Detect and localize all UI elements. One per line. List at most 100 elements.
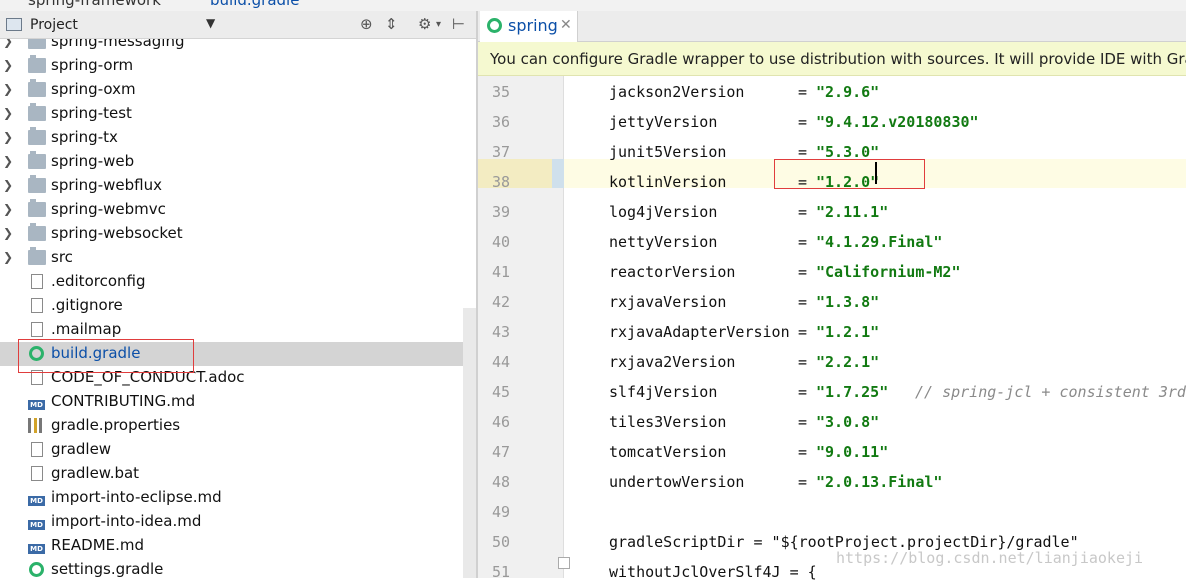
chevron-down-icon[interactable]: ▼ <box>206 16 215 30</box>
tree-item-label: src <box>51 248 73 266</box>
tree-item[interactable]: gradle.properties <box>0 414 476 438</box>
project-tree-scrollbar[interactable] <box>463 308 476 578</box>
tree-item[interactable]: .editorconfig <box>0 270 476 294</box>
fold-marker-icon[interactable] <box>558 557 570 569</box>
gradle-icon <box>29 562 44 577</box>
folder-icon <box>28 39 46 49</box>
tree-item[interactable]: ❯ src <box>0 246 476 270</box>
expand-arrow-icon[interactable]: ❯ <box>3 202 13 216</box>
code-variable-name: slf4jVersion <box>609 383 718 401</box>
code-operator: = <box>798 293 817 311</box>
tree-item[interactable]: ❯ spring-websocket <box>0 222 476 246</box>
tree-item-label: spring-webflux <box>51 176 162 194</box>
folder-icon <box>28 127 46 145</box>
md-icon: MD <box>28 400 45 410</box>
code-string-value: "9.0.11" <box>816 443 889 461</box>
tree-item-label: spring-test <box>51 104 132 122</box>
watermark: https://blog.csdn.net/lianjiaokeji <box>836 549 1144 567</box>
tree-item[interactable]: .gitignore <box>0 294 476 318</box>
project-panel-header: Project ▼ ⊕ ⇕ ⚙ ▾ ⊢ <box>0 11 476 39</box>
hide-panel-icon[interactable]: ⊢ <box>452 15 465 33</box>
current-line-marker <box>552 159 564 188</box>
tree-item-label: spring-messaging <box>51 39 185 50</box>
code-string-value: "1.2.1" <box>816 323 880 341</box>
tree-item[interactable]: MD import-into-idea.md <box>0 510 476 534</box>
tree-item[interactable]: ❯ spring-test <box>0 102 476 126</box>
line-number: 37 <box>491 143 510 161</box>
line-number: 39 <box>491 203 510 221</box>
file-icon <box>31 442 43 457</box>
tree-item[interactable]: ❯ spring-oxm <box>0 78 476 102</box>
tree-item[interactable]: ❯ spring-tx <box>0 126 476 150</box>
project-panel-title[interactable]: Project <box>30 17 78 33</box>
code-operator: = <box>798 83 817 101</box>
code-variable-name: rxjavaAdapterVersion <box>609 323 790 341</box>
expand-arrow-icon[interactable]: ❯ <box>3 154 13 168</box>
expand-arrow-icon[interactable]: ❯ <box>3 130 13 144</box>
code-operator: = <box>798 413 817 431</box>
close-icon[interactable]: ✕ <box>560 17 572 33</box>
code-variable-name: jackson2Version <box>609 83 745 101</box>
code-string-value: "9.4.12.v20180830" <box>816 113 979 131</box>
line-number: 41 <box>491 263 510 281</box>
code-string-value: "2.11.1" <box>816 203 889 221</box>
line-number: 49 <box>491 503 510 521</box>
code-string-value: "4.1.29.Final" <box>816 233 943 251</box>
tree-item[interactable]: MD README.md <box>0 534 476 558</box>
tree-item[interactable]: ❯ spring-webmvc <box>0 198 476 222</box>
breadcrumb-file[interactable]: build.gradle <box>210 0 299 9</box>
props-icon <box>28 418 42 433</box>
expand-arrow-icon[interactable]: ❯ <box>3 250 13 264</box>
code-operator: = <box>798 263 817 281</box>
file-icon <box>31 274 43 289</box>
project-tree: ❯ spring-messaging ❯ spring-orm ❯ spring-oxm ❯… <box>0 39 476 578</box>
code-string-value: "Californium-M2" <box>816 263 961 281</box>
code-string-value: "2.9.6" <box>816 83 880 101</box>
tab-spring[interactable]: spring ✕ <box>480 11 578 42</box>
folder-icon <box>28 79 46 97</box>
code-operator: = <box>798 473 817 491</box>
expand-arrow-icon[interactable]: ❯ <box>3 178 13 192</box>
expand-arrow-icon[interactable]: ❯ <box>3 39 13 48</box>
expand-arrow-icon[interactable]: ❯ <box>3 58 13 72</box>
code-variable-name: tiles3Version <box>609 413 727 431</box>
tree-item[interactable]: gradlew <box>0 438 476 462</box>
code-operator: = <box>798 203 817 221</box>
code-variable-name: jettyVersion <box>609 113 718 131</box>
gradle-wrapper-notification: You can configure Gradle wrapper to use … <box>478 42 1186 76</box>
line-number: 48 <box>491 473 510 491</box>
folder-icon <box>28 55 46 73</box>
folder-icon <box>28 223 46 241</box>
line-number: 35 <box>491 83 510 101</box>
code-variable-name: log4jVersion <box>609 203 718 221</box>
code-variable-name: withoutJclOverSlf4J = { <box>609 563 817 581</box>
file-icon <box>31 466 43 481</box>
tree-item[interactable]: ❯ spring-messaging <box>0 39 476 54</box>
tree-item[interactable]: gradlew.bat <box>0 462 476 486</box>
file-icon <box>31 322 43 337</box>
tree-item[interactable]: ❯ spring-web <box>0 150 476 174</box>
code-string-value: "1.7.25" <box>816 383 889 401</box>
code-operator: = <box>798 233 817 251</box>
breadcrumb-project[interactable]: spring-framework <box>28 0 161 9</box>
tree-item-label: spring-webmvc <box>51 200 166 218</box>
expand-arrow-icon[interactable]: ❯ <box>3 106 13 120</box>
gear-icon[interactable]: ⚙ <box>418 15 431 33</box>
tree-item[interactable]: ❯ spring-webflux <box>0 174 476 198</box>
notification-text: You can configure Gradle wrapper to use … <box>490 50 1186 68</box>
tree-item[interactable]: settings.gradle <box>0 558 476 578</box>
expand-arrow-icon[interactable]: ❯ <box>3 226 13 240</box>
tree-item-label: .editorconfig <box>51 272 146 290</box>
code-operator: = <box>798 113 817 131</box>
expand-arrow-icon[interactable]: ❯ <box>3 82 13 96</box>
tree-item[interactable]: ❯ spring-orm <box>0 54 476 78</box>
tree-item-label: gradle.properties <box>51 416 181 434</box>
locate-file-icon[interactable]: ⊕ <box>360 15 373 33</box>
code-string-value: "3.0.8" <box>816 413 880 431</box>
gear-dropdown-icon[interactable]: ▾ <box>436 19 441 30</box>
tree-item[interactable]: MD import-into-eclipse.md <box>0 486 476 510</box>
collapse-all-icon[interactable]: ⇕ <box>385 15 398 33</box>
tree-item-label: spring-websocket <box>51 224 183 242</box>
line-number: 51 <box>491 563 510 581</box>
tree-item[interactable]: MD CONTRIBUTING.md <box>0 390 476 414</box>
